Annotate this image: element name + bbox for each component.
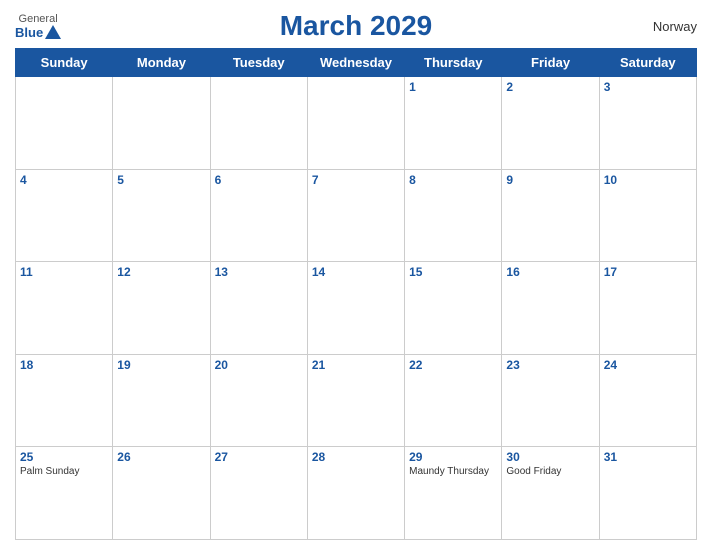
table-row: 19 — [113, 354, 210, 447]
day-number: 2 — [506, 80, 594, 94]
header-tuesday: Tuesday — [210, 49, 307, 77]
header-friday: Friday — [502, 49, 599, 77]
day-number: 17 — [604, 265, 692, 279]
header-thursday: Thursday — [405, 49, 502, 77]
holiday-label: Palm Sunday — [20, 466, 108, 477]
table-row: 20 — [210, 354, 307, 447]
days-header-row: Sunday Monday Tuesday Wednesday Thursday… — [16, 49, 697, 77]
calendar-week-row: 11 12 13 14 15 16 17 — [16, 262, 697, 355]
day-number: 1 — [409, 80, 497, 94]
day-number: 4 — [20, 173, 108, 187]
day-number: 3 — [604, 80, 692, 94]
day-number: 6 — [215, 173, 303, 187]
table-row: 4 — [16, 169, 113, 262]
table-row: 13 — [210, 262, 307, 355]
day-number: 5 — [117, 173, 205, 187]
day-number: 14 — [312, 265, 400, 279]
day-number: 25 — [20, 450, 108, 464]
day-number: 22 — [409, 358, 497, 372]
day-number: 27 — [215, 450, 303, 464]
day-number: 18 — [20, 358, 108, 372]
table-row — [113, 77, 210, 170]
table-row: 24 — [599, 354, 696, 447]
table-row — [16, 77, 113, 170]
day-number: 12 — [117, 265, 205, 279]
table-row: 26 — [113, 447, 210, 540]
table-row: 29 Maundy Thursday — [405, 447, 502, 540]
table-row: 18 — [16, 354, 113, 447]
table-row: 7 — [307, 169, 404, 262]
table-row: 27 — [210, 447, 307, 540]
logo-general-text: General — [19, 13, 58, 25]
day-number: 13 — [215, 265, 303, 279]
table-row: 12 — [113, 262, 210, 355]
table-row: 15 — [405, 262, 502, 355]
day-number: 31 — [604, 450, 692, 464]
table-row: 5 — [113, 169, 210, 262]
day-number: 19 — [117, 358, 205, 372]
table-row: 1 — [405, 77, 502, 170]
table-row: 25 Palm Sunday — [16, 447, 113, 540]
table-row: 30 Good Friday — [502, 447, 599, 540]
calendar-week-row: 123 — [16, 77, 697, 170]
logo: General Blue — [15, 13, 61, 40]
country-label: Norway — [653, 19, 697, 34]
table-row: 21 — [307, 354, 404, 447]
day-number: 21 — [312, 358, 400, 372]
table-row — [307, 77, 404, 170]
day-number: 20 — [215, 358, 303, 372]
day-number: 10 — [604, 173, 692, 187]
day-number: 23 — [506, 358, 594, 372]
day-number: 9 — [506, 173, 594, 187]
table-row: 17 — [599, 262, 696, 355]
table-row: 23 — [502, 354, 599, 447]
day-number: 16 — [506, 265, 594, 279]
calendar-week-row: 456789 10 — [16, 169, 697, 262]
table-row: 3 — [599, 77, 696, 170]
day-number: 11 — [20, 265, 108, 279]
table-row: 22 — [405, 354, 502, 447]
day-number: 15 — [409, 265, 497, 279]
day-number: 26 — [117, 450, 205, 464]
table-row: 16 — [502, 262, 599, 355]
day-number: 7 — [312, 173, 400, 187]
header-wednesday: Wednesday — [307, 49, 404, 77]
table-row: 6 — [210, 169, 307, 262]
page-title: March 2029 — [280, 10, 433, 42]
day-number: 28 — [312, 450, 400, 464]
calendar-table: Sunday Monday Tuesday Wednesday Thursday… — [15, 48, 697, 540]
table-row: 28 — [307, 447, 404, 540]
calendar-week-row: 25 Palm Sunday 26 27 28 29 Maundy Thursday 30 Go… — [16, 447, 697, 540]
calendar-header: General Blue March 2029 Norway — [15, 10, 697, 42]
header-saturday: Saturday — [599, 49, 696, 77]
day-number: 24 — [604, 358, 692, 372]
table-row: 11 — [16, 262, 113, 355]
table-row: 2 — [502, 77, 599, 170]
header-sunday: Sunday — [16, 49, 113, 77]
calendar-week-row: 18 19 20 21 22 23 24 — [16, 354, 697, 447]
table-row: 8 — [405, 169, 502, 262]
table-row: 31 — [599, 447, 696, 540]
table-row: 14 — [307, 262, 404, 355]
table-row: 9 — [502, 169, 599, 262]
holiday-label: Good Friday — [506, 466, 594, 477]
logo-blue-text: Blue — [15, 25, 61, 40]
day-number: 30 — [506, 450, 594, 464]
day-number: 8 — [409, 173, 497, 187]
table-row — [210, 77, 307, 170]
day-number: 29 — [409, 450, 497, 464]
table-row: 10 — [599, 169, 696, 262]
holiday-label: Maundy Thursday — [409, 466, 497, 477]
header-monday: Monday — [113, 49, 210, 77]
